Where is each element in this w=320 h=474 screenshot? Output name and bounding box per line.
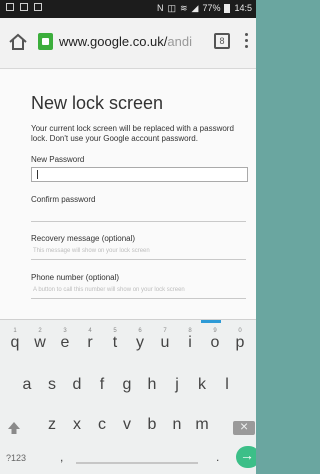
battery-icon bbox=[224, 3, 231, 13]
notification-icon bbox=[20, 3, 28, 11]
comma-key[interactable]: , bbox=[60, 450, 63, 464]
key-o[interactable]: o bbox=[204, 334, 226, 352]
vibrate-icon: ◫ bbox=[167, 3, 176, 13]
phone-placeholder: A button to call this number will show o… bbox=[33, 287, 185, 293]
key-j[interactable]: j bbox=[166, 376, 188, 394]
wifi-icon: ≋ bbox=[179, 3, 188, 13]
notification-icon bbox=[34, 3, 42, 11]
url-field[interactable]: www.google.co.uk/andi bbox=[59, 34, 192, 49]
key-e[interactable]: e bbox=[54, 334, 76, 352]
clock: 14:5 bbox=[234, 3, 252, 13]
key-y[interactable]: y bbox=[129, 334, 151, 352]
key-c[interactable]: c bbox=[91, 416, 113, 434]
signal-icon: ◢ bbox=[191, 3, 199, 13]
key-s[interactable]: s bbox=[41, 376, 63, 394]
key-q[interactable]: q bbox=[4, 334, 26, 352]
key-i[interactable]: i bbox=[179, 334, 201, 352]
key-k[interactable]: k bbox=[191, 376, 213, 394]
space-bar[interactable] bbox=[76, 448, 198, 464]
battery-percent: 77% bbox=[202, 3, 221, 13]
key-n[interactable]: n bbox=[166, 416, 188, 434]
key-h[interactable]: h bbox=[141, 376, 163, 394]
period-key[interactable]: . bbox=[216, 450, 219, 464]
key-v[interactable]: v bbox=[116, 416, 138, 434]
key-m[interactable]: m bbox=[191, 416, 213, 434]
recovery-message-label: Recovery message (optional) bbox=[31, 234, 136, 243]
status-right: N ◫ ≋ ◢ 77% 14:5 bbox=[157, 3, 252, 13]
symbols-key[interactable]: ?123 bbox=[6, 453, 26, 463]
onscreen-keyboard: 1 2 3 4 5 6 7 8 9 0 q w e r t y u i o p … bbox=[0, 319, 256, 474]
tabs-count: 8 bbox=[219, 36, 225, 46]
status-bar: N ◫ ≋ ◢ 77% 14:5 bbox=[0, 0, 256, 18]
key-t[interactable]: t bbox=[104, 334, 126, 352]
home-icon[interactable] bbox=[8, 32, 28, 52]
key-u[interactable]: u bbox=[154, 334, 176, 352]
key-b[interactable]: b bbox=[141, 416, 163, 434]
page-title: New lock screen bbox=[31, 93, 164, 113]
shift-icon[interactable] bbox=[7, 421, 21, 435]
phone-number-input[interactable]: A button to call this number will show o… bbox=[31, 284, 246, 299]
recovery-placeholder: This message will show on your lock scre… bbox=[33, 248, 150, 254]
backspace-icon[interactable] bbox=[233, 418, 255, 435]
key-w[interactable]: w bbox=[29, 334, 51, 352]
go-button[interactable] bbox=[236, 446, 256, 468]
notification-icons bbox=[6, 3, 42, 11]
url-host: www.google.co.uk/ bbox=[59, 34, 168, 49]
tabs-button[interactable]: 8 bbox=[214, 33, 230, 49]
key-x[interactable]: x bbox=[66, 416, 88, 434]
nfc-icon: N bbox=[156, 3, 164, 13]
key-z[interactable]: z bbox=[41, 416, 63, 434]
key-l[interactable]: l bbox=[216, 376, 238, 394]
phone-number-label: Phone number (optional) bbox=[31, 273, 120, 282]
key-r[interactable]: r bbox=[79, 334, 101, 352]
key-p[interactable]: p bbox=[229, 334, 251, 352]
notification-icon bbox=[6, 3, 14, 11]
recovery-message-input[interactable]: This message will show on your lock scre… bbox=[31, 245, 246, 260]
key-f[interactable]: f bbox=[91, 376, 113, 394]
key-a[interactable]: a bbox=[16, 376, 38, 394]
page-description: Your current lock screen will be replace… bbox=[31, 124, 234, 143]
new-password-label: New Password bbox=[31, 155, 85, 164]
confirm-password-label: Confirm password bbox=[31, 195, 96, 204]
key-d[interactable]: d bbox=[66, 376, 88, 394]
phone-screen: N ◫ ≋ ◢ 77% 14:5 www.google.co.uk/andi 8… bbox=[0, 0, 256, 474]
menu-icon[interactable] bbox=[245, 33, 249, 51]
new-password-input[interactable] bbox=[31, 167, 248, 182]
keyboard-highlight bbox=[201, 320, 221, 323]
text-cursor bbox=[37, 170, 38, 179]
page-content: New lock screen Your current lock screen… bbox=[0, 69, 256, 319]
confirm-password-input[interactable] bbox=[31, 207, 246, 222]
key-g[interactable]: g bbox=[116, 376, 138, 394]
secure-lock-icon bbox=[38, 33, 53, 50]
url-path: andi bbox=[167, 34, 192, 49]
browser-address-bar: www.google.co.uk/andi 8 bbox=[0, 18, 256, 69]
